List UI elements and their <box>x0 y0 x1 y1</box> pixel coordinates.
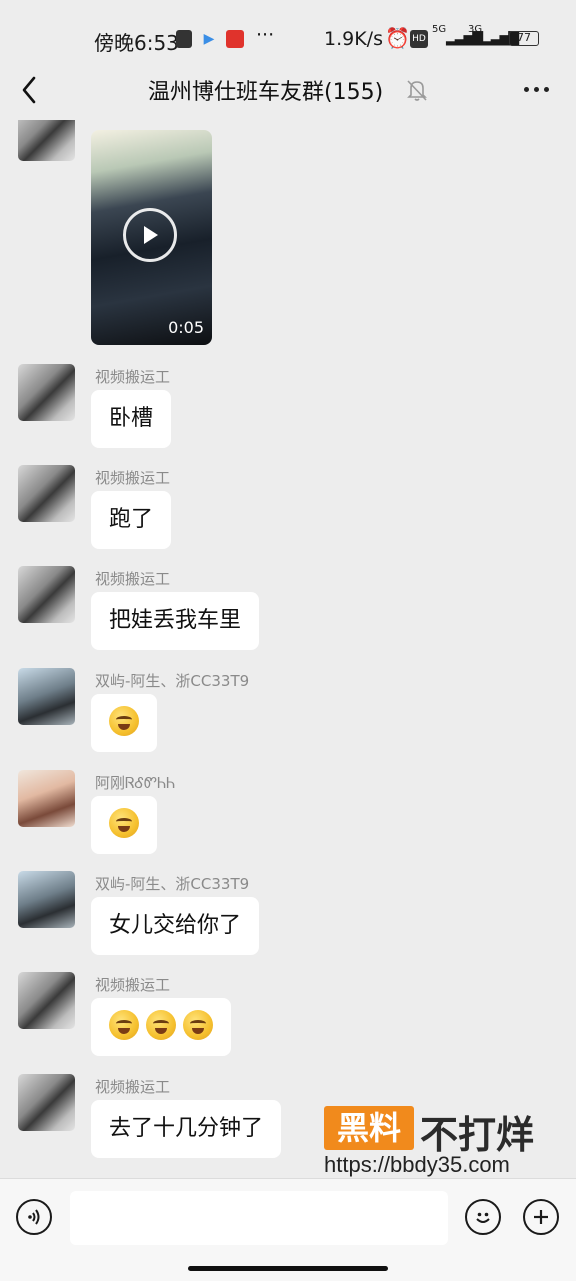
text-bubble[interactable]: 把娃丢我车里 <box>91 592 260 650</box>
sender-name: 视频搬运工 <box>95 469 171 487</box>
plus-button[interactable] <box>523 1199 559 1235</box>
voice-button[interactable] <box>16 1199 52 1235</box>
signal-5g: 5G <box>432 24 447 35</box>
drooling-emoji-icon <box>109 1010 139 1040</box>
play-icon <box>144 226 158 244</box>
emoji-icon <box>476 1212 490 1223</box>
more-dots-icon <box>523 86 529 92</box>
watermark-badge: 黑料 <box>324 1106 414 1150</box>
more-options-button[interactable] <box>516 74 556 104</box>
watermark-text: 不打烊 <box>420 1113 535 1157</box>
plus-icon <box>534 1210 548 1224</box>
video-message[interactable]: 0:05 <box>91 130 212 345</box>
home-indicator[interactable] <box>188 1266 388 1271</box>
sender-name: 双屿-阿生、浙CC33T9 <box>95 875 250 893</box>
voice-icon <box>28 1209 40 1225</box>
status-time: 傍晚6:53 <box>94 31 179 55</box>
avatar[interactable] <box>18 364 75 421</box>
avatar[interactable] <box>18 770 75 827</box>
battery-icon: 77 <box>509 31 539 46</box>
mute-bell-icon <box>407 80 427 101</box>
notification-icon <box>176 30 192 48</box>
text-bubble[interactable]: 跑了 <box>91 491 172 549</box>
sender-name: 阿刚ᏒᎴᏛᏂᏂ <box>95 774 176 792</box>
emoji-bubble[interactable] <box>91 998 231 1056</box>
network-speed: 1.9K/s <box>324 28 383 50</box>
emoji-button[interactable] <box>465 1199 501 1235</box>
avatar[interactable] <box>18 1074 75 1131</box>
alarm-icon: ⏰ <box>385 26 410 50</box>
avatar[interactable] <box>18 120 75 161</box>
crying-laughing-emoji-icon <box>109 706 139 736</box>
nav-bar: 温州博仕班车友群(155) <box>0 60 576 120</box>
media-icon: ▶ <box>203 31 215 47</box>
drooling-emoji-icon <box>183 1010 213 1040</box>
avatar[interactable] <box>18 871 75 928</box>
avatar[interactable] <box>18 465 75 522</box>
video-duration: 0:05 <box>168 318 204 337</box>
text-bubble[interactable]: 女儿交给你了 <box>91 897 260 955</box>
sender-name: 双屿-阿生、浙CC33T9 <box>95 672 250 690</box>
sender-name: 视频搬运工 <box>95 570 171 588</box>
watermark-url: https://bbdy35.com <box>324 1152 510 1177</box>
chat-title: 温州博仕班车友群(155) <box>148 80 384 105</box>
play-button[interactable] <box>123 208 177 262</box>
sender-name: 视频搬运工 <box>95 976 171 994</box>
app-icon <box>226 30 244 48</box>
drooling-emoji-icon <box>146 1010 176 1040</box>
watermark: 黑料 不打烊 https://bbdy35.com <box>324 1100 574 1180</box>
signal-3g: 3G <box>468 24 483 35</box>
hd-badge: HD <box>410 30 428 48</box>
sender-name: 视频搬运工 <box>95 1078 171 1096</box>
avatar[interactable] <box>18 566 75 623</box>
message-input[interactable] <box>70 1191 448 1245</box>
emoji-bubble[interactable] <box>91 796 157 854</box>
back-chevron-icon <box>22 76 36 104</box>
avatar[interactable] <box>18 668 75 725</box>
text-bubble[interactable]: 去了十几分钟了 <box>91 1100 282 1158</box>
more-notifications-icon: ··· <box>256 24 275 46</box>
text-bubble[interactable]: 卧槽 <box>91 390 172 448</box>
emoji-bubble[interactable] <box>91 694 157 752</box>
crying-laughing-emoji-icon <box>109 808 139 838</box>
sender-name: 视频搬运工 <box>95 368 171 386</box>
chat-message-list[interactable]: 0:05 视频搬运工 卧槽 视频搬运工 跑了 视频搬运工 把娃丢我车里 双屿-阿… <box>0 120 576 1178</box>
back-button[interactable] <box>14 70 44 110</box>
avatar[interactable] <box>18 972 75 1029</box>
battery-level: 77 <box>517 31 531 44</box>
